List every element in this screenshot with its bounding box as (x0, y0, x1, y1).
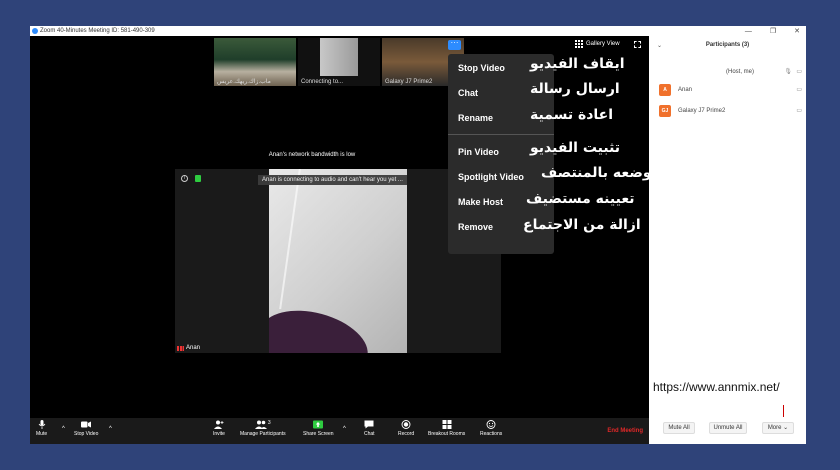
arabic-label-remove: ازالة من الاجتماع (523, 217, 641, 233)
thumbnail-name: ماب.زاك.ريهك.عريس (217, 79, 271, 85)
thumbnail-video[interactable]: ماب.زاك.ريهك.عريس (214, 38, 296, 86)
manage-participants-button[interactable]: 3 Manage Participants (240, 420, 286, 437)
meeting-area: ماب.زاك.ريهك.عريس Connecting to... Galax… (30, 36, 652, 418)
participant-row[interactable]: (Host, me) 🎙 ▭ (649, 66, 806, 80)
gallery-view-button[interactable]: Gallery View (575, 40, 620, 48)
mute-all-button[interactable]: Mute All (663, 422, 695, 434)
mute-label: Mute (36, 431, 48, 437)
meeting-toolbar: Mute ^ Stop Video ^ Invite 3 Manage Part… (30, 418, 649, 444)
avatar: A (659, 84, 671, 96)
breakout-rooms-button[interactable]: Breakout Rooms (428, 420, 465, 437)
reactions-label: Reactions (480, 431, 503, 437)
reactions-button[interactable]: Reactions (480, 420, 502, 437)
manage-participants-label: Manage Participants (240, 431, 286, 437)
add-person-icon (213, 420, 224, 429)
invite-label: Invite (213, 431, 225, 437)
microphone-icon[interactable]: 🎙 (784, 68, 792, 75)
arabic-label-chat: ارسال رسالة (530, 81, 620, 97)
menu-item-remove[interactable]: Remove (458, 222, 493, 232)
watermark-url: https://www.annmix.net/ (653, 380, 780, 394)
video-participant-name: Anan (186, 345, 201, 351)
breakout-rooms-icon (442, 420, 452, 429)
text-cursor (783, 405, 784, 417)
participant-row[interactable]: GJ Galaxy J7 Prime2 ▭ (649, 105, 806, 119)
more-button[interactable]: More ⌄ (762, 422, 794, 434)
participants-icon (254, 420, 267, 429)
video-options-chevron-icon[interactable]: ^ (109, 426, 112, 432)
lock-icon[interactable] (195, 175, 201, 182)
close-button[interactable]: ✕ (794, 27, 800, 35)
menu-item-chat[interactable]: Chat (458, 88, 478, 98)
video-name-tag: Anan (177, 345, 200, 351)
participants-panel: ⌄ Participants (3) (Host, me) 🎙 ▭ A Anan… (649, 36, 806, 444)
record-label: Record (398, 431, 415, 437)
mute-button[interactable]: Mute (36, 420, 47, 437)
video-camera-icon[interactable]: ▭ (796, 86, 802, 93)
arabic-label-rename: اعادة تسمية (530, 107, 614, 123)
participant-name: Galaxy J7 Prime2 (678, 108, 726, 114)
video-feed (269, 169, 407, 353)
share-screen-icon (313, 420, 324, 429)
minimize-button[interactable]: — (745, 28, 752, 35)
chat-icon (364, 420, 374, 429)
chat-button[interactable]: Chat (364, 420, 375, 437)
participant-name: (Host, me) (726, 69, 755, 75)
audio-connecting-toast: Anan is connecting to audio and can't he… (258, 175, 407, 185)
share-screen-label: Share Screen (303, 431, 334, 437)
arabic-label-make-host: تعيينه مستضيف (526, 191, 635, 207)
stop-video-label: Stop Video (74, 431, 99, 437)
end-meeting-button[interactable]: End Meeting (607, 428, 643, 434)
grid-icon (575, 40, 583, 48)
fullscreen-icon[interactable] (634, 41, 641, 48)
signal-icon (177, 345, 184, 351)
thumbnail-name: Connecting to... (301, 79, 344, 85)
maximize-button[interactable]: ❐ (770, 27, 776, 35)
audio-options-chevron-icon[interactable]: ^ (62, 426, 65, 432)
record-button[interactable]: Record (398, 420, 414, 437)
microphone-icon (38, 420, 45, 429)
thumbnail-video[interactable]: Connecting to... (298, 38, 380, 86)
arabic-label-stop-video: ايقاف الفيديو (530, 56, 625, 72)
record-icon (401, 420, 411, 429)
video-camera-icon (81, 421, 92, 428)
invite-button[interactable]: Invite (213, 420, 225, 437)
share-screen-button[interactable]: Share Screen (303, 420, 334, 437)
window-title: Zoom 40-Minutes Meeting ID: 581-490-309 (40, 28, 155, 34)
video-camera-icon[interactable]: ▭ (796, 107, 802, 114)
zoom-logo-icon (32, 28, 38, 34)
chevron-down-icon: ⌄ (783, 425, 789, 431)
window-controls: — ❐ ✕ (745, 26, 800, 36)
avatar: GJ (659, 105, 671, 117)
breakout-rooms-label: Breakout Rooms (428, 431, 466, 437)
thumbnail-name: Galaxy J7 Prime2 (385, 79, 433, 85)
unmute-all-button[interactable]: Unmute All (709, 422, 747, 434)
menu-item-rename[interactable]: Rename (458, 113, 493, 123)
title-bar: Zoom 40-Minutes Meeting ID: 581-490-309 … (30, 26, 806, 36)
share-options-chevron-icon[interactable]: ^ (343, 426, 346, 432)
bandwidth-notice: Anan's network bandwidth is low (268, 152, 356, 158)
menu-item-stop-video[interactable]: Stop Video (458, 63, 505, 73)
participants-title: Participants (3) (705, 42, 750, 48)
gallery-view-label: Gallery View (586, 41, 620, 47)
arabic-label-spotlight: وضعه بالمنتصف (541, 165, 652, 181)
menu-item-spotlight-video[interactable]: Spotlight Video (458, 172, 524, 182)
zoom-window: Zoom 40-Minutes Meeting ID: 581-490-309 … (30, 26, 806, 444)
menu-item-make-host[interactable]: Make Host (458, 197, 503, 207)
stop-video-button[interactable]: Stop Video (74, 420, 98, 437)
menu-item-pin-video[interactable]: Pin Video (458, 147, 499, 157)
menu-divider (448, 134, 554, 135)
video-camera-icon[interactable]: ▭ (796, 68, 802, 75)
thumbnail-feed (320, 38, 358, 76)
chat-label: Chat (364, 431, 375, 437)
smiley-icon (486, 420, 496, 429)
more-options-button[interactable]: ··· (448, 39, 461, 50)
participant-name: Anan (678, 87, 693, 93)
arabic-label-pin-video: تثبيت الفيديو (530, 140, 621, 156)
more-label: More (767, 425, 782, 431)
participant-row[interactable]: A Anan ▭ (649, 84, 806, 98)
info-icon[interactable]: i (181, 175, 188, 182)
participant-count: 3 (267, 420, 271, 426)
